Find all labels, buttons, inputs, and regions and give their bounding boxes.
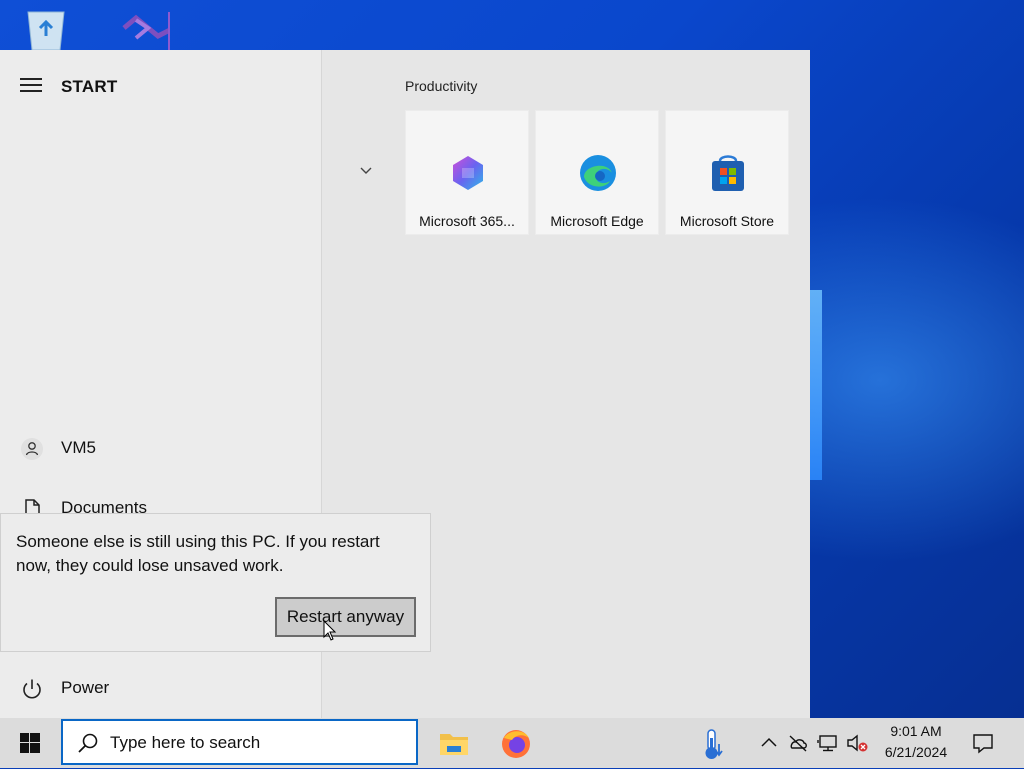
- tile-microsoft-edge[interactable]: Microsoft Edge: [535, 110, 659, 235]
- firefox-taskbar-button[interactable]: [496, 724, 536, 764]
- windows-logo-icon: [20, 733, 40, 753]
- nav-item-power[interactable]: Power: [0, 667, 321, 711]
- user-icon: [20, 437, 44, 461]
- tile-microsoft-edge-label: Microsoft Edge: [550, 213, 644, 229]
- power-icon: [20, 677, 44, 701]
- visual-studio-icon[interactable]: [118, 6, 180, 52]
- onedrive-offline-icon[interactable]: [786, 731, 810, 755]
- microsoft-365-icon: [448, 153, 488, 193]
- taskbar: Type here to search 9:01 AM 6/21/2024: [0, 718, 1024, 768]
- temperature-app-taskbar-button[interactable]: [694, 724, 734, 764]
- firefox-icon: [502, 730, 530, 758]
- volume-muted-icon[interactable]: [845, 731, 869, 755]
- group-title: Productivity: [405, 78, 478, 94]
- tile-microsoft-365[interactable]: Microsoft 365...: [405, 110, 529, 235]
- search-placeholder: Type here to search: [110, 733, 261, 752]
- chevron-down-icon[interactable]: [358, 162, 374, 178]
- recycle-bin-icon[interactable]: [20, 6, 72, 52]
- start-title: START: [61, 77, 118, 96]
- nav-item-user[interactable]: VM5: [0, 427, 321, 471]
- thermometer-icon: [705, 729, 723, 759]
- folder-icon: [440, 734, 468, 755]
- start-button[interactable]: [0, 718, 60, 768]
- nav-item-user-label: VM5: [61, 438, 96, 457]
- wallpaper-light: [808, 290, 822, 480]
- taskbar-search-input[interactable]: Type here to search: [61, 719, 418, 765]
- search-icon: [77, 732, 99, 754]
- tile-microsoft-365-label: Microsoft 365...: [419, 213, 515, 229]
- restart-warning-message: Someone else is still using this PC. If …: [16, 532, 380, 575]
- show-hidden-icons-chevron-up-icon[interactable]: [757, 731, 781, 755]
- taskbar-clock[interactable]: 9:01 AM 6/21/2024: [876, 721, 956, 763]
- mouse-cursor-icon: [323, 619, 337, 642]
- tile-microsoft-store[interactable]: Microsoft Store: [665, 110, 789, 235]
- nav-item-power-label: Power: [61, 678, 110, 697]
- clock-time: 9:01 AM: [890, 723, 942, 739]
- tile-microsoft-store-label: Microsoft Store: [679, 213, 775, 229]
- file-explorer-taskbar-button[interactable]: [434, 724, 474, 764]
- restart-warning-flyout: Someone else is still using this PC. If …: [0, 513, 431, 652]
- notification-center-icon[interactable]: [970, 730, 996, 756]
- hamburger-menu-icon[interactable]: [20, 78, 42, 94]
- clock-date: 6/21/2024: [884, 744, 948, 760]
- network-icon[interactable]: [816, 731, 840, 755]
- edge-icon: [578, 153, 618, 193]
- store-icon: [708, 153, 748, 193]
- restart-anyway-button[interactable]: Restart anyway: [275, 597, 416, 637]
